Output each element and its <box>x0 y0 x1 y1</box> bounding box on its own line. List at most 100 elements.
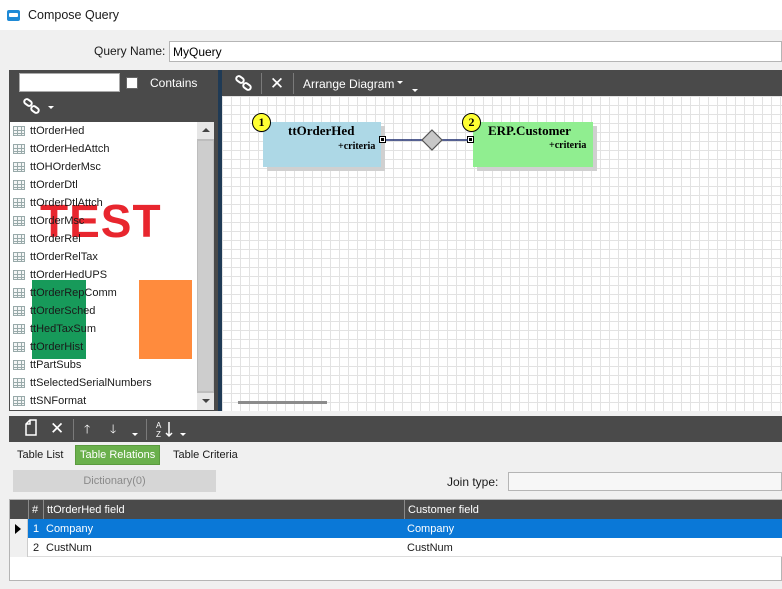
table-list-item-label: ttOrderHist <box>30 341 84 353</box>
table-list-item-label: ttOrderRel <box>30 233 81 245</box>
table-icon <box>13 288 25 298</box>
node-criteria-link[interactable]: +criteria <box>338 141 375 152</box>
table-list-item-label: ttOHOrderMsc <box>30 161 101 173</box>
table-list-item[interactable]: ttOrderHedAttch <box>10 140 197 158</box>
table-list-item[interactable]: ttOrderHed <box>10 122 197 140</box>
table-row[interactable]: 1 Company Company <box>10 519 782 538</box>
arrange-dropdown-icon[interactable] <box>397 81 403 84</box>
tab-label: Table Relations <box>80 449 156 461</box>
left-field-cell[interactable]: CustNum <box>43 538 403 557</box>
diagram-node-ttorderhed[interactable]: ttOrderHed +criteria <box>263 122 381 167</box>
delete-icon[interactable]: ✕ <box>266 74 288 94</box>
tab-table-criteria[interactable]: Table Criteria <box>169 445 242 465</box>
svg-text:Z: Z <box>156 430 161 439</box>
toolbar-separator <box>146 419 147 440</box>
table-list-item-label: ttOrderHedAttch <box>30 143 110 155</box>
title-bar: Compose Query <box>0 0 782 30</box>
tab-table-list[interactable]: Table List <box>13 445 67 465</box>
table-list-item-label: ttSNFormat <box>30 395 87 407</box>
chevron-down-icon[interactable] <box>412 89 418 92</box>
table-icon <box>13 162 25 172</box>
svg-text:A: A <box>156 421 162 430</box>
table-list-item-label: ttOrderSched <box>30 305 96 317</box>
table-list-item-label: ttHedTaxSum <box>30 323 97 335</box>
diagram-node-erp-customer[interactable]: ERP.Customer +criteria <box>473 122 593 167</box>
table-list-item[interactable]: ttSNFormat <box>10 392 197 410</box>
table-list-item-label: ttOrderDtlAttch <box>30 197 103 209</box>
left-field-cell[interactable]: Company <box>43 519 403 538</box>
query-name-label: Query Name: <box>94 44 166 58</box>
arrange-diagram-button[interactable]: Arrange Diagram <box>303 77 394 91</box>
contains-label: Contains <box>150 76 198 90</box>
table-list-item-label: ttOrderDtl <box>30 179 78 191</box>
delete-relation-icon[interactable]: ✕ <box>50 419 68 439</box>
table-list-item[interactable]: ttOrderRelTax <box>10 248 197 266</box>
link-icon[interactable] <box>22 98 46 118</box>
row-selector[interactable] <box>10 538 28 557</box>
node-number-badge: 1 <box>252 113 271 132</box>
table-list-item-label: ttSelectedSerialNumbers <box>30 377 152 389</box>
table-icon <box>13 180 25 190</box>
current-row-indicator-icon <box>15 524 21 534</box>
dictionary-button[interactable]: Dictionary(0) <box>13 470 216 492</box>
column-header-num[interactable]: # <box>28 500 43 519</box>
query-name-input[interactable] <box>169 41 782 62</box>
right-field-cell[interactable]: CustNum <box>404 538 774 557</box>
table-list-item[interactable]: ttOrderDtl <box>10 176 197 194</box>
table-list-item[interactable]: ttSelectedSerialNumbers <box>10 374 197 392</box>
scroll-down-icon[interactable] <box>197 393 214 410</box>
join-type-select[interactable] <box>508 472 782 491</box>
table-list-item-label: ttOrderRelTax <box>30 251 98 263</box>
node-criteria-link[interactable]: +criteria <box>549 140 586 151</box>
table-list-item-label: ttOrderHed <box>30 125 85 137</box>
window-title: Compose Query <box>28 8 120 22</box>
table-icon <box>13 360 25 370</box>
table-row[interactable]: 2 CustNum CustNum <box>10 538 782 557</box>
toolbar-separator <box>293 73 294 94</box>
column-header-right-field[interactable]: Customer field <box>404 500 782 519</box>
relations-toolbar <box>9 416 782 442</box>
dictionary-label: Dictionary(0) <box>83 475 146 487</box>
table-icon <box>13 234 25 244</box>
table-icon <box>13 270 25 280</box>
tab-label: Table Criteria <box>173 449 238 461</box>
column-header-left-field[interactable]: ttOrderHed field <box>43 500 404 519</box>
scroll-up-icon[interactable] <box>197 122 214 139</box>
chevron-down-icon[interactable] <box>132 433 138 436</box>
node-title: ERP.Customer <box>488 123 571 138</box>
flag-orange-band <box>139 280 192 359</box>
table-icon <box>13 252 25 262</box>
new-icon[interactable] <box>24 419 40 439</box>
table-list-item-label: ttOrderMsc <box>30 215 85 227</box>
tab-label: Table List <box>17 449 64 461</box>
arrange-diagram-label: Arrange Diagram <box>303 77 395 91</box>
right-field-cell[interactable]: Company <box>404 519 774 538</box>
table-search-input[interactable] <box>19 73 120 92</box>
table-icon <box>13 378 25 388</box>
diagram-hscroll-thumb[interactable] <box>238 401 327 404</box>
link-dropdown-caret-icon[interactable] <box>48 106 54 109</box>
move-up-icon[interactable]: 🡑 <box>84 419 96 439</box>
table-list-item-label: ttOrderRepComm <box>30 287 117 299</box>
scroll-thumb[interactable] <box>198 141 213 391</box>
contains-checkbox[interactable] <box>126 77 138 89</box>
table-icon <box>13 216 25 226</box>
relation-connector[interactable] <box>384 126 474 154</box>
move-down-icon[interactable]: 🡓 <box>110 419 122 439</box>
table-icon <box>13 396 25 406</box>
table-icon <box>13 324 25 334</box>
sort-icon[interactable]: A Z <box>155 419 175 439</box>
diagram-link-icon[interactable] <box>234 74 256 94</box>
row-number: 1 <box>33 522 40 535</box>
table-list: ttOrderHed ttOrderHedAttch ttOHOrderMsc ttO… <box>10 122 197 410</box>
table-icon <box>13 342 25 352</box>
chevron-down-icon[interactable] <box>180 433 186 436</box>
table-icon <box>13 198 25 208</box>
join-type-label: Join type: <box>447 475 499 489</box>
row-number: 2 <box>33 541 40 554</box>
table-icon <box>13 306 25 316</box>
table-list-item[interactable]: ttOHOrderMsc <box>10 158 197 176</box>
table-list-item-label: ttOrderHedUPS <box>30 269 108 281</box>
tab-table-relations[interactable]: Table Relations <box>75 445 161 465</box>
toolbar-separator <box>261 73 262 94</box>
